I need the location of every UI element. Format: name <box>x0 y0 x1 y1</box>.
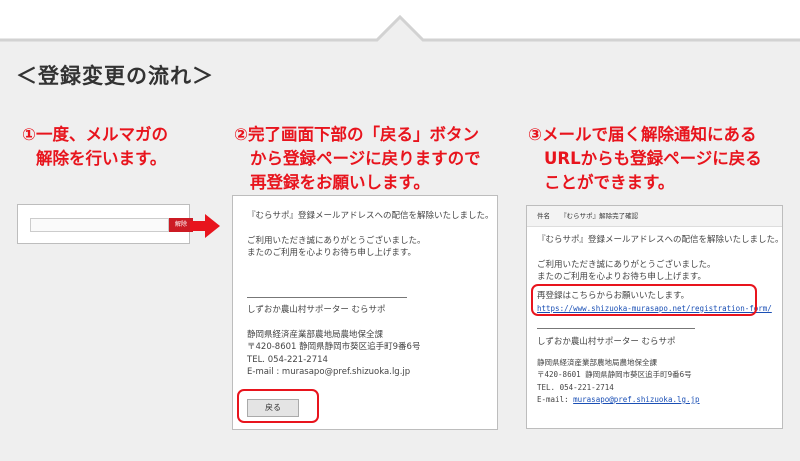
step-3-line-3: ことができます。 <box>544 173 675 192</box>
step-2-line-2: から登録ページに戻りますので <box>250 149 481 168</box>
subject-label: 件名 <box>537 212 550 220</box>
step-3-line-1: ③メールで届く解除通知にある <box>528 125 757 144</box>
arrow-right-icon <box>190 214 220 238</box>
department-name: 静岡県経済産業部農地局農地保全課 <box>537 357 657 367</box>
notice-mail-card: 件名 『むらサポ』解除完了確認 『むらサポ』登録メールアドレスへの配信を解除いた… <box>526 205 784 429</box>
step-3-text: ③メールで届く解除通知にある URLからも登録ページに戻る ことができます。 <box>528 123 762 195</box>
address: 〒420-8601 静岡県静岡市葵区追手町9番6号 <box>247 342 421 352</box>
phone-number: TEL. 054-221-2714 <box>537 382 614 392</box>
unsubscribe-form-card: 解除 <box>17 204 193 244</box>
organization-name: しずおか農山村サポーター むらサポ <box>247 305 386 315</box>
email-label: E-mail: <box>537 395 569 404</box>
email-input[interactable] <box>30 218 169 232</box>
notice-message-1: 『むらサポ』登録メールアドレスへの配信を解除いたしました。 <box>537 235 784 245</box>
notice-message-2: ご利用いただき誠にありがとうございました。 <box>537 259 716 270</box>
completion-page-card: 『むらサポ』登録メールアドレスへの配信を解除いたしました。 ご利用いただき誠にあ… <box>232 195 498 430</box>
step-2-line-1: ②完了画面下部の「戻る」ボタン <box>234 125 479 144</box>
notice-message-3: またのご利用を心よりお待ち申し上げます。 <box>537 272 706 282</box>
phone-number: TEL. 054-221-2714 <box>247 354 328 365</box>
divider <box>247 297 407 298</box>
completion-message-2: ご利用いただき誠にありがとうございました。 <box>247 235 426 246</box>
panel-notch <box>0 14 800 50</box>
reregister-link-highlight <box>531 284 757 316</box>
contact-email-link[interactable]: murasapo@pref.shizuoka.lg.jp <box>573 395 699 404</box>
page-title: ＜登録変更の流れ＞ <box>16 64 214 88</box>
step-3-line-2: URLからも登録ページに戻る <box>544 149 762 168</box>
address: 〒420-8601 静岡県静岡市葵区追手町9番6号 <box>537 370 692 379</box>
mail-subject: 『むらサポ』解除完了確認 <box>560 212 639 220</box>
step-1-text: ①一度、メルマガの 解除を行います。 <box>22 123 168 171</box>
mail-subject-bar: 件名 『むらサポ』解除完了確認 <box>527 206 782 227</box>
step-2-text: ②完了画面下部の「戻る」ボタン から登録ページに戻りますので 再登録をお願いしま… <box>234 123 481 195</box>
divider <box>537 328 695 329</box>
organization-name: しずおか農山村サポーター むらサポ <box>537 337 676 347</box>
step-2-line-3: 再登録をお願いします。 <box>250 173 430 192</box>
completion-message-3: またのご利用を心よりお待ち申し上げます。 <box>247 248 416 258</box>
contact-email: E-mail : murasapo@pref.shizuoka.lg.jp <box>247 367 411 377</box>
completion-message-1: 『むらサポ』登録メールアドレスへの配信を解除いたしました。 <box>247 211 494 221</box>
step-1-line-1: ①一度、メルマガの <box>22 125 168 144</box>
department-name: 静岡県経済産業部農地局農地保全課 <box>247 329 384 340</box>
back-button-highlight <box>237 389 319 423</box>
step-1-line-2: 解除を行います。 <box>36 149 167 168</box>
